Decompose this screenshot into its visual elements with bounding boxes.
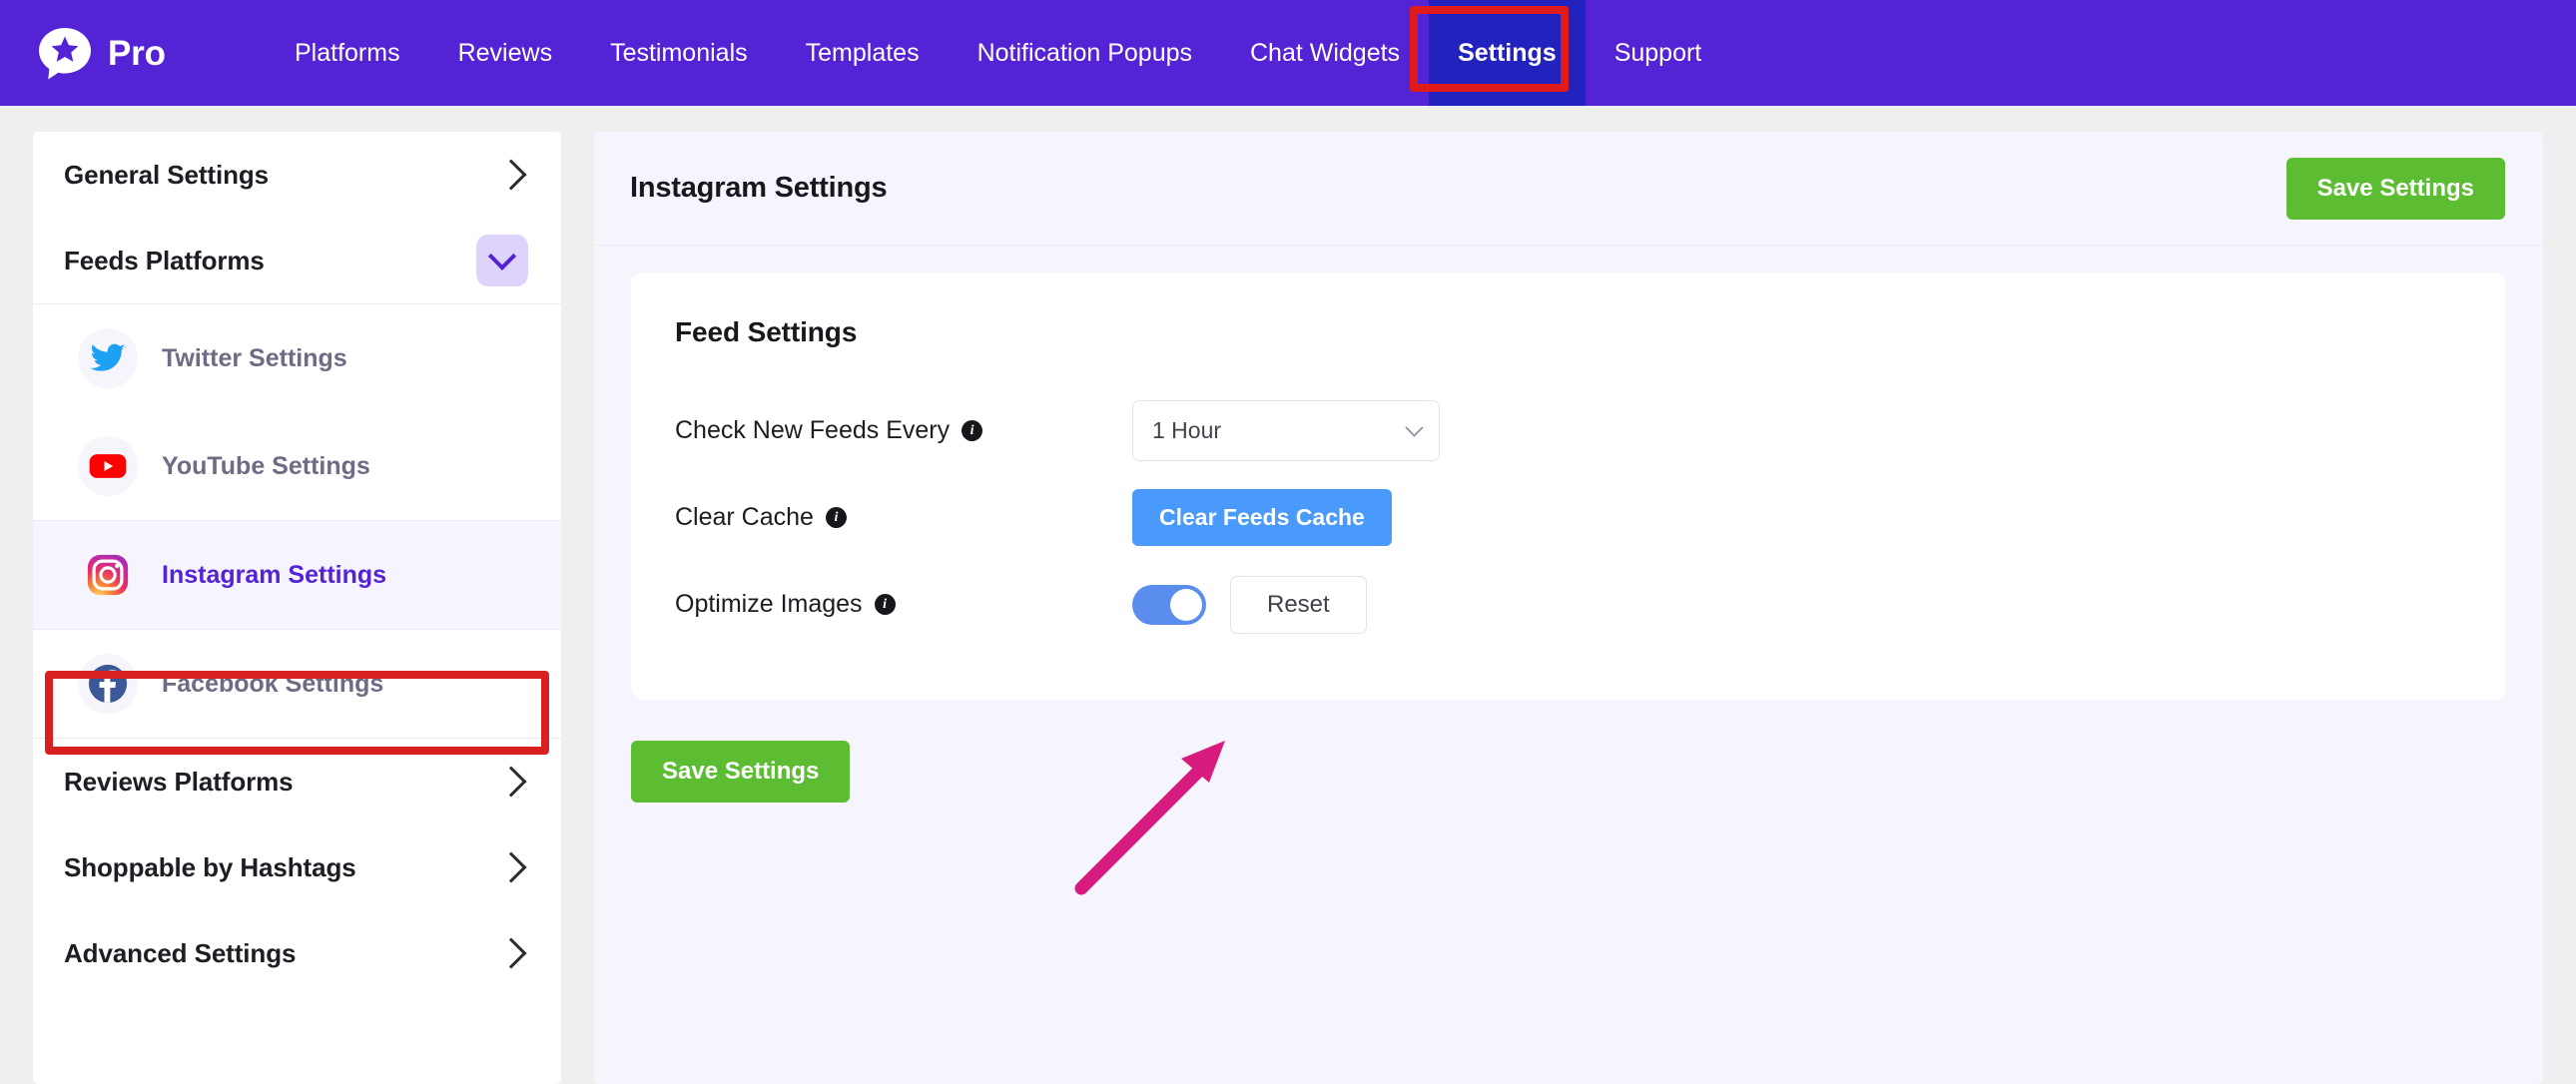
feed-settings-card: Feed Settings Check New Feeds Every i 1 … [631,272,2506,700]
sidebar-section-label: Reviews Platforms [64,767,294,798]
star-speech-bubble-logo-icon [36,24,94,82]
save-settings-button-bottom[interactable]: Save Settings [631,741,850,803]
form-control-optimize-images: Reset [1132,576,1367,634]
nav-item-reviews[interactable]: Reviews [429,0,581,106]
nav-item-notification-popups[interactable]: Notification Popups [949,0,1221,106]
facebook-icon [78,654,138,714]
form-control-check-new-feeds: 1 Hour [1132,400,1440,461]
youtube-icon [78,436,138,496]
sidebar-item-youtube-settings[interactable]: YouTube Settings [33,412,561,520]
nav-links: Platforms Reviews Testimonials Templates… [266,0,1730,106]
sidebar-section-reviews-platforms[interactable]: Reviews Platforms [33,739,561,824]
nav-item-chat-widgets[interactable]: Chat Widgets [1221,0,1429,106]
nav-item-platforms[interactable]: Platforms [266,0,429,106]
card-title: Feed Settings [675,316,2462,348]
chevron-right-icon [495,159,526,190]
sidebar-section-label: Shoppable by Hashtags [64,852,356,883]
sidebar-item-label: Twitter Settings [162,344,347,373]
brand-name: Pro [108,36,166,71]
save-settings-button-top[interactable]: Save Settings [2286,158,2505,220]
select-value: 1 Hour [1152,417,1221,444]
form-row-check-new-feeds: Check New Feeds Every i 1 Hour [675,387,2462,474]
nav-item-settings[interactable]: Settings [1429,0,1586,106]
chevron-right-icon [495,937,526,968]
optimize-images-toggle[interactable] [1132,585,1206,625]
form-row-clear-cache: Clear Cache i Clear Feeds Cache [675,474,2462,561]
sidebar-section-label: Advanced Settings [64,938,296,969]
sidebar-item-instagram-settings[interactable]: Instagram Settings [33,521,561,629]
reset-button[interactable]: Reset [1230,576,1367,634]
chevron-down-icon [1405,418,1423,436]
form-label-clear-cache: Clear Cache i [675,503,1132,532]
form-label-text: Clear Cache [675,503,814,532]
clear-feeds-cache-button[interactable]: Clear Feeds Cache [1132,489,1392,546]
twitter-icon [78,328,138,388]
sidebar-section-feeds-platforms[interactable]: Feeds Platforms [33,218,561,303]
sidebar-item-label: YouTube Settings [162,452,370,481]
info-icon[interactable]: i [875,594,896,615]
form-label-text: Optimize Images [675,590,863,619]
top-navigation-bar: Pro Platforms Reviews Testimonials Templ… [0,0,2576,106]
chevron-right-icon [495,851,526,882]
sidebar-section-shoppable-by-hashtags[interactable]: Shoppable by Hashtags [33,824,561,910]
sidebar-section-general-settings[interactable]: General Settings [33,132,561,218]
sidebar-item-facebook-settings[interactable]: Facebook Settings [33,630,561,738]
info-icon[interactable]: i [826,507,847,528]
info-icon[interactable]: i [962,420,982,441]
sidebar-item-label: Facebook Settings [162,670,383,699]
form-control-clear-cache: Clear Feeds Cache [1132,489,1392,546]
brand-logo[interactable]: Pro [0,0,200,106]
nav-item-templates[interactable]: Templates [777,0,949,106]
page-body: General Settings Feeds Platforms Twitter… [0,106,2576,1084]
sidebar-section-label: Feeds Platforms [64,246,265,276]
page-title: Instagram Settings [630,172,887,205]
chevron-right-icon [495,766,526,797]
settings-content-panel: Instagram Settings Save Settings Feed Se… [594,132,2543,1084]
check-new-feeds-select[interactable]: 1 Hour [1132,400,1440,461]
form-label-text: Check New Feeds Every [675,416,950,445]
sidebar-section-advanced-settings[interactable]: Advanced Settings [33,910,561,996]
nav-item-support[interactable]: Support [1586,0,1731,106]
form-label-check-new-feeds: Check New Feeds Every i [675,416,1132,445]
instagram-icon [78,545,138,605]
toggle-knob [1170,589,1202,621]
sidebar-item-twitter-settings[interactable]: Twitter Settings [33,304,561,412]
sidebar-item-label: Instagram Settings [162,561,386,590]
chevron-down-icon[interactable] [476,235,528,286]
nav-item-testimonials[interactable]: Testimonials [581,0,777,106]
content-header: Instagram Settings Save Settings [594,132,2543,246]
form-label-optimize-images: Optimize Images i [675,590,1132,619]
card-footer: Save Settings [631,741,2543,803]
form-row-optimize-images: Optimize Images i Reset [675,561,2462,648]
settings-sidebar: General Settings Feeds Platforms Twitter… [33,132,561,1084]
sidebar-section-label: General Settings [64,160,269,191]
